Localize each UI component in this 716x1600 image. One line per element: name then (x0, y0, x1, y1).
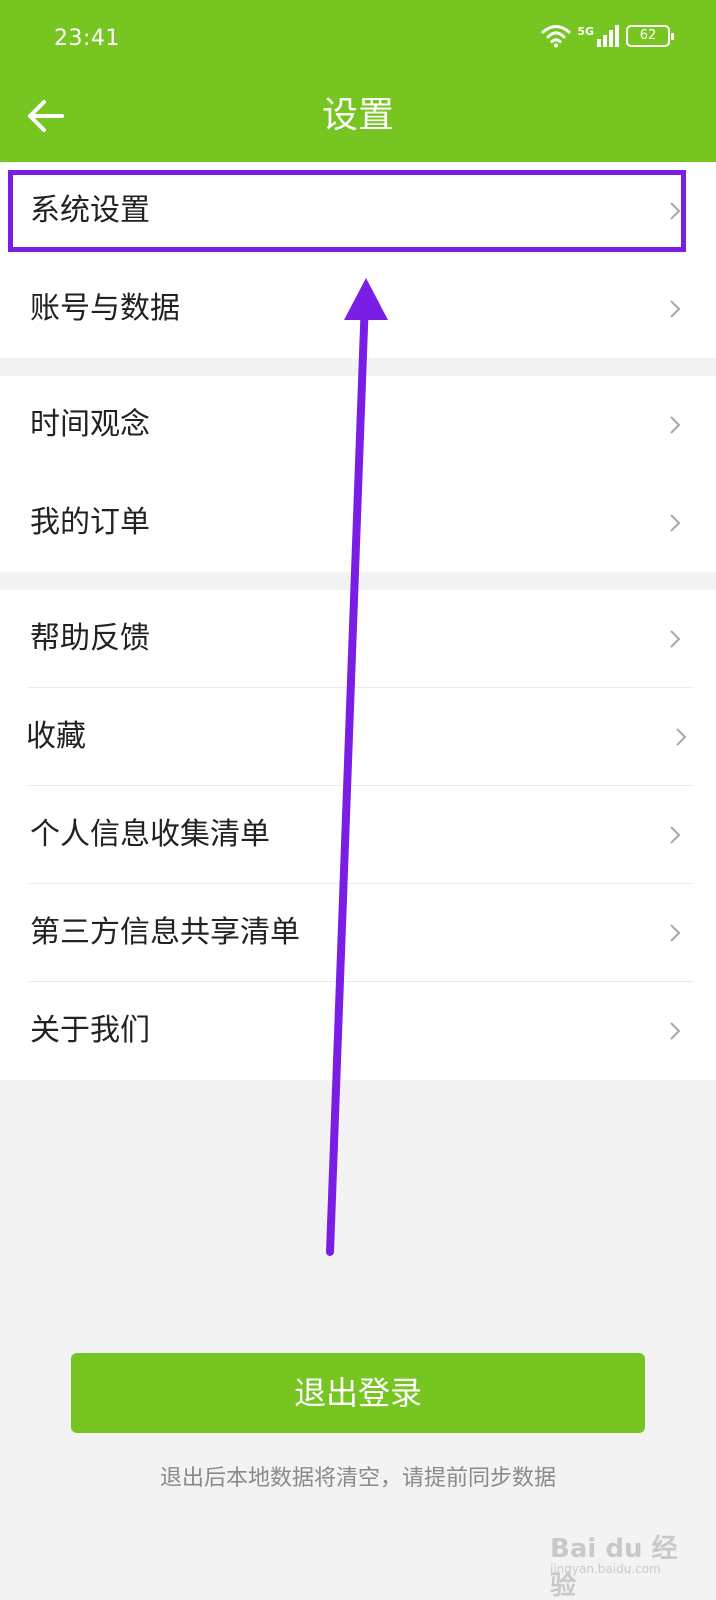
chevron-right-icon (670, 416, 681, 434)
row-account-data[interactable]: 账号与数据 (0, 260, 716, 358)
status-icons: 5G 62 (541, 24, 674, 48)
logout-button[interactable]: 退出登录 (71, 1353, 645, 1433)
settings-group-2: 时间观念 我的订单 (0, 376, 716, 572)
row-my-orders[interactable]: 我的订单 (0, 474, 716, 572)
row-label: 关于我们 (30, 1013, 150, 1048)
row-favorites[interactable]: 收藏 (0, 688, 716, 786)
row-time-concept[interactable]: 时间观念 (0, 376, 716, 474)
network-type-label: 5G (577, 24, 594, 38)
chevron-right-icon (670, 514, 681, 532)
signal-icon (597, 25, 619, 47)
chevron-right-icon (670, 630, 681, 648)
row-label: 个人信息收集清单 (30, 817, 270, 852)
chevron-right-icon (670, 1022, 681, 1040)
logout-hint: 退出后本地数据将清空，请提前同步数据 (159, 1466, 556, 1491)
row-label: 帮助反馈 (30, 621, 150, 656)
chevron-right-icon (670, 826, 681, 844)
row-label: 我的订单 (30, 505, 150, 540)
chevron-right-icon (676, 728, 687, 746)
wifi-icon (541, 25, 571, 48)
row-label: 第三方信息共享清单 (30, 915, 300, 950)
battery-icon: 62 (626, 25, 674, 47)
row-about-us[interactable]: 关于我们 (0, 982, 716, 1080)
page-title: 设置 (321, 95, 394, 136)
status-time: 23:41 (54, 26, 120, 51)
row-personal-info-list[interactable]: 个人信息收集清单 (0, 786, 716, 884)
row-help-feedback[interactable]: 帮助反馈 (0, 590, 716, 688)
header-bar: 23:41 5G 62 设置 (0, 0, 716, 162)
row-label: 收藏 (26, 719, 86, 754)
row-label: 时间观念 (30, 407, 150, 442)
chevron-right-icon (670, 924, 681, 942)
row-label: 账号与数据 (30, 291, 180, 326)
row-third-party-sharing-list[interactable]: 第三方信息共享清单 (0, 884, 716, 982)
highlight-box (8, 170, 686, 252)
chevron-right-icon (670, 300, 681, 318)
watermark-sub: jingyan.baidu.com (550, 1562, 661, 1576)
baidu-watermark: Bai du 经验 jingyan.baidu.com (550, 1518, 690, 1600)
settings-group-3: 帮助反馈 收藏 个人信息收集清单 第三方信息共享清单 关于我们 (0, 590, 716, 1080)
